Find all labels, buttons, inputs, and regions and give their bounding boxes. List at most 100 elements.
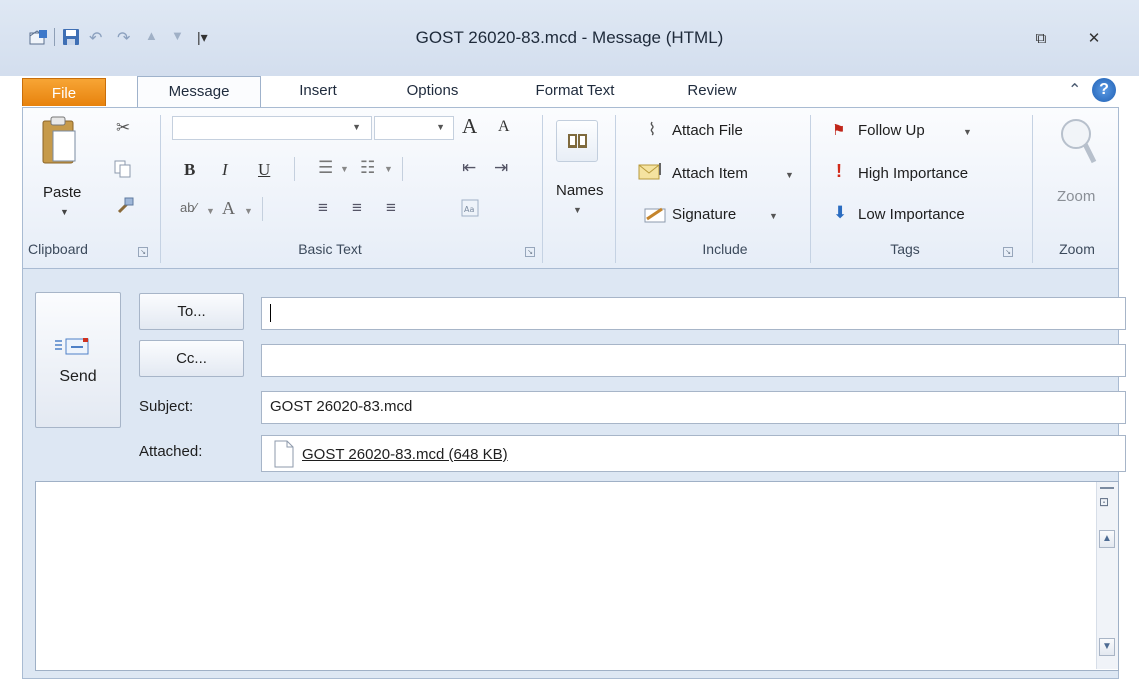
paste-button[interactable] <box>36 115 80 185</box>
font-color-button[interactable]: A <box>222 198 235 219</box>
send-button[interactable]: Send <box>35 292 121 428</box>
tab-insert[interactable]: Insert <box>278 76 358 106</box>
message-body[interactable] <box>35 481 1119 671</box>
high-importance-button[interactable]: High Importance <box>858 165 968 182</box>
underline-button[interactable]: U <box>258 160 270 180</box>
tags-group-label: Tags <box>890 241 920 257</box>
grow-font-button[interactable]: A <box>462 114 477 139</box>
chevron-down-icon[interactable]: ▼ <box>340 164 349 174</box>
chevron-down-icon[interactable]: ▼ <box>769 211 778 221</box>
paste-label[interactable]: Paste <box>43 184 81 201</box>
chevron-down-icon[interactable]: ▼ <box>963 127 972 137</box>
high-importance-icon: ! <box>836 161 842 181</box>
divider <box>402 157 403 181</box>
paperclip-icon: ⌇ <box>648 120 657 139</box>
chevron-down-icon[interactable]: ▼ <box>244 206 253 216</box>
attach-item-icon <box>638 161 668 184</box>
tab-file[interactable]: File <box>22 78 106 106</box>
tab-format-text[interactable]: Format Text <box>510 76 640 106</box>
attached-label: Attached: <box>139 443 203 460</box>
tab-review[interactable]: Review <box>667 76 757 106</box>
basic-text-group-label: Basic Text <box>298 241 362 257</box>
attachments-field: GOST 26020-83.mcd (648 KB) <box>261 435 1126 472</box>
scroll-up-button[interactable]: ▲ <box>1099 530 1115 548</box>
splitter-grip[interactable] <box>1100 487 1114 489</box>
chevron-down-icon[interactable]: ▼ <box>352 122 361 132</box>
bullets-icon[interactable]: ☰ <box>318 158 333 178</box>
subject-label: Subject: <box>139 398 194 415</box>
chevron-down-icon[interactable]: ▼ <box>785 170 794 180</box>
scroll-down-button[interactable]: ▼ <box>1099 638 1115 656</box>
to-button[interactable]: To... <box>139 293 244 330</box>
signature-button[interactable]: Signature <box>672 206 736 223</box>
attach-item-button[interactable]: Attach Item <box>672 165 748 182</box>
follow-up-button[interactable]: Follow Up <box>858 122 925 139</box>
low-importance-button[interactable]: Low Importance <box>858 206 965 223</box>
group-separator <box>1032 115 1033 263</box>
numbering-icon[interactable]: ☷ <box>360 158 375 178</box>
align-left-icon[interactable]: ≡ <box>318 198 328 218</box>
font-name-value <box>173 118 177 133</box>
clipboard-group-label: Clipboard <box>28 241 88 257</box>
clipboard-launcher-icon[interactable]: ↘ <box>138 247 148 257</box>
divider <box>262 197 263 221</box>
zoom-button[interactable]: Zoom <box>1057 188 1095 205</box>
chevron-down-icon[interactable]: ▼ <box>206 206 215 216</box>
attachment-link[interactable]: GOST 26020-83.mcd (648 KB) <box>302 440 508 469</box>
font-name-combo[interactable]: ▼ <box>172 116 372 140</box>
send-icon <box>54 335 94 363</box>
flag-icon: ⚑ <box>832 122 846 139</box>
group-separator <box>542 115 543 263</box>
include-group-label: Include <box>702 241 748 257</box>
basic-text-launcher-icon[interactable]: ↘ <box>525 247 535 257</box>
align-right-icon[interactable]: ≡ <box>386 198 396 218</box>
italic-button[interactable]: I <box>222 160 228 180</box>
group-separator <box>160 115 161 263</box>
divider <box>294 157 295 181</box>
cc-button[interactable]: Cc... <box>139 340 244 377</box>
tags-launcher-icon[interactable]: ↘ <box>1003 247 1013 257</box>
tab-options[interactable]: Options <box>385 76 480 106</box>
help-icon[interactable]: ? <box>1092 78 1116 102</box>
document-icon <box>274 440 294 478</box>
group-separator <box>615 115 616 263</box>
address-book-icon <box>567 131 589 154</box>
text-cursor <box>270 304 271 323</box>
format-painter-icon[interactable] <box>116 196 134 219</box>
address-book-button[interactable] <box>556 120 598 162</box>
chevron-down-icon[interactable]: ▼ <box>384 164 393 174</box>
collapse-ribbon-icon[interactable]: ⌃ <box>1068 80 1081 100</box>
window-title: GOST 26020-83.mcd - Message (HTML) <box>415 28 724 47</box>
cut-icon[interactable]: ✂ <box>116 118 130 138</box>
group-separator <box>810 115 811 263</box>
close-button[interactable]: ✕ <box>1084 30 1104 48</box>
svg-text:Aa: Aa <box>464 205 474 214</box>
chevron-down-icon[interactable]: ▼ <box>573 205 582 215</box>
paste-dropdown-icon[interactable]: ▼ <box>60 207 69 217</box>
decrease-indent-icon[interactable]: ⇤ <box>462 158 476 178</box>
send-label: Send <box>59 368 97 385</box>
chevron-down-icon[interactable]: ▼ <box>436 122 445 132</box>
bold-button[interactable]: B <box>184 160 195 180</box>
paste-icon <box>39 115 79 176</box>
names-label[interactable]: Names <box>556 182 604 199</box>
tab-message[interactable]: Message <box>137 76 261 108</box>
cc-field[interactable] <box>261 344 1126 377</box>
signature-icon <box>644 206 668 227</box>
align-center-icon[interactable]: ≡ <box>352 198 362 218</box>
low-importance-icon: ⬇ <box>833 203 848 222</box>
font-size-value <box>375 118 379 133</box>
zoom-icon[interactable] <box>1058 116 1098 173</box>
highlight-icon[interactable]: ab⁄ <box>180 200 197 215</box>
styles-icon[interactable]: Aa <box>460 198 484 223</box>
increase-indent-icon[interactable]: ⇥ <box>494 158 508 178</box>
attach-file-button[interactable]: Attach File <box>672 122 743 139</box>
subject-field[interactable]: GOST 26020-83.mcd <box>261 391 1126 424</box>
copy-icon[interactable] <box>114 160 132 181</box>
shrink-font-button[interactable]: A <box>498 118 510 136</box>
ruler-toggle-icon[interactable]: ⊡ <box>1099 495 1109 509</box>
zoom-group-label: Zoom <box>1059 241 1095 257</box>
restore-button[interactable]: ⧉ <box>1031 30 1051 48</box>
font-size-combo[interactable]: ▼ <box>374 116 454 140</box>
to-field[interactable] <box>261 297 1126 330</box>
